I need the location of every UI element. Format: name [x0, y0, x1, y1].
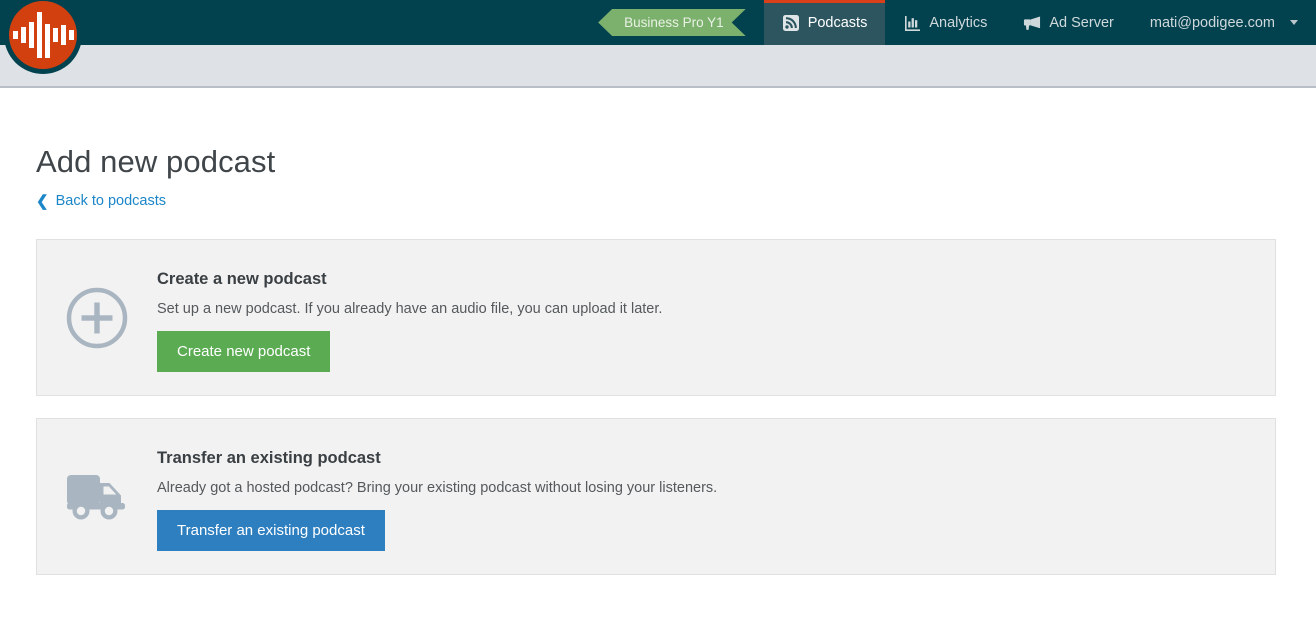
podigee-logo-disc: [9, 1, 77, 69]
transfer-podcast-card: Transfer an existing podcast Already got…: [36, 418, 1276, 575]
page-title: Add new podcast: [36, 144, 276, 179]
plus-circle-icon: [65, 286, 129, 350]
delivery-truck-icon: [65, 470, 129, 524]
nav-item-analytics[interactable]: Analytics: [885, 0, 1005, 45]
transfer-podcast-card-body: Transfer an existing podcast Already got…: [157, 419, 1275, 551]
transfer-podcast-card-icon: [37, 419, 157, 574]
plan-badge: Business Pro Y1: [598, 9, 746, 36]
rss-icon: [782, 14, 800, 32]
transfer-podcast-description: Already got a hosted podcast? Bring your…: [157, 480, 718, 496]
create-podcast-card-body: Create a new podcast Set up a new podcas…: [157, 240, 1275, 372]
top-navigation-bar: Business Pro Y1 Podcasts Analytics Ad Se…: [0, 0, 1316, 45]
nav-item-analytics-label: Analytics: [929, 14, 988, 31]
account-email-label: mati@podigee.com: [1149, 14, 1275, 31]
nav-item-ad-server[interactable]: Ad Server: [1005, 0, 1131, 45]
nav-item-podcasts[interactable]: Podcasts: [763, 0, 886, 45]
plan-badge-container: Business Pro Y1: [598, 0, 746, 45]
create-new-podcast-button[interactable]: Create new podcast: [157, 331, 331, 372]
waveform-icon: [12, 12, 74, 58]
create-podcast-description: Set up a new podcast. If you already hav…: [157, 301, 663, 317]
chevron-down-icon: [1290, 20, 1298, 25]
create-podcast-heading: Create a new podcast: [157, 270, 327, 288]
sub-header-bar: [0, 45, 1316, 88]
account-menu[interactable]: mati@podigee.com: [1132, 0, 1316, 45]
chevron-left-icon: ❮: [36, 192, 49, 210]
back-to-podcasts-link[interactable]: ❮ Back to podcasts: [36, 193, 166, 209]
back-to-podcasts-label: Back to podcasts: [55, 193, 166, 209]
transfer-existing-podcast-button[interactable]: Transfer an existing podcast: [157, 510, 385, 551]
create-podcast-card: Create a new podcast Set up a new podcas…: [36, 239, 1276, 396]
bar-chart-icon: [903, 14, 921, 32]
create-podcast-card-icon: [37, 240, 157, 395]
nav-item-ad-server-label: Ad Server: [1049, 14, 1114, 31]
transfer-podcast-heading: Transfer an existing podcast: [157, 449, 381, 467]
megaphone-icon: [1023, 14, 1041, 32]
nav-item-podcasts-label: Podcasts: [807, 14, 868, 31]
